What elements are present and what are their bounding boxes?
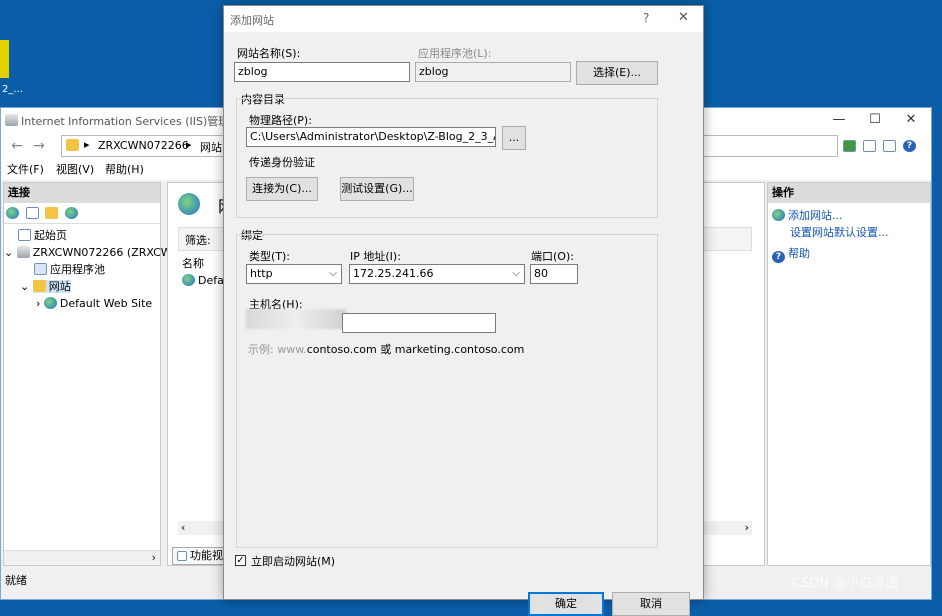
- add-website-dialog: 添加网站 ? ✕ 网站名称(S): zblog 应用程序池(L): zblog …: [223, 5, 704, 616]
- menu-view[interactable]: 视图(V): [56, 162, 94, 178]
- up-icon[interactable]: [45, 207, 58, 219]
- site-row-icon: [182, 274, 195, 286]
- help-icon[interactable]: ?: [903, 140, 916, 152]
- test-settings-button[interactable]: 测试设置(G)...: [340, 177, 414, 201]
- status-bar: 就绪: [5, 574, 27, 587]
- port-input[interactable]: 80: [530, 264, 578, 284]
- physical-path-label: 物理路径(P):: [249, 114, 312, 127]
- scroll-right-icon[interactable]: ›: [745, 521, 749, 534]
- redacted-blur: [246, 309, 346, 329]
- maximize-button[interactable]: ☐: [859, 110, 891, 130]
- save-icon[interactable]: [25, 207, 39, 219]
- help-icon: ?: [772, 251, 785, 263]
- breadcrumb-sites[interactable]: 网站: [200, 139, 222, 155]
- site-name-label: 网站名称(S):: [237, 47, 301, 60]
- breadcrumb-sep-icon: ▸: [84, 138, 90, 151]
- filter-label: 筛选:: [185, 234, 211, 247]
- desktop-text-fragment: 2_...: [2, 84, 23, 95]
- binding-type-label: 类型(T):: [249, 250, 291, 263]
- site-globe-icon: [43, 297, 57, 309]
- site-name-input[interactable]: zblog: [234, 62, 410, 82]
- action-help[interactable]: ? 帮助: [768, 245, 930, 263]
- tree-start-page[interactable]: 起始页: [4, 227, 160, 244]
- tree-server[interactable]: ⌄ ZRXCWN072266 (ZRXCWN: [4, 244, 180, 261]
- app-pool-icon: [34, 263, 47, 275]
- tree-app-pools[interactable]: 应用程序池: [4, 261, 160, 278]
- select-app-pool-button[interactable]: 选择(E)...: [576, 61, 658, 85]
- dialog-help-button[interactable]: ?: [643, 11, 649, 25]
- watermark: CSDN @小白滲透: [792, 576, 899, 591]
- ip-address-select[interactable]: 172.25.241.66 ⌵: [349, 264, 525, 284]
- tree-sites[interactable]: ⌄ 网站: [4, 278, 160, 295]
- binding-type-select[interactable]: http ⌵: [246, 264, 342, 284]
- sites-icon: [32, 280, 46, 292]
- physical-path-input[interactable]: C:\Users\Administrator\Desktop\Z-Blog_2_…: [246, 127, 496, 147]
- breadcrumb-server[interactable]: ZRXCWN072266: [98, 139, 189, 152]
- scroll-left-icon[interactable]: ‹: [181, 521, 185, 534]
- connect-as-button[interactable]: 连接为(C)...: [246, 177, 318, 201]
- sites-header-icon: [178, 193, 200, 215]
- cancel-button[interactable]: 取消: [612, 592, 690, 616]
- ip-address-label: IP 地址(I):: [350, 250, 401, 263]
- scroll-right-icon[interactable]: ›: [152, 551, 156, 564]
- feature-view-icon: [177, 551, 187, 561]
- menu-help[interactable]: 帮助(H): [105, 162, 144, 178]
- breadcrumb-sep-icon: ▸: [186, 138, 192, 151]
- app-pool-label: 应用程序池(L):: [418, 47, 492, 60]
- desktop-icon-fragment: [0, 40, 9, 78]
- connections-toolbar: [4, 203, 160, 224]
- hostname-example-text: contoso.com 或 marketing.contoso.com: [306, 343, 525, 356]
- connections-scrollbar[interactable]: ›: [4, 550, 160, 565]
- connect-icon[interactable]: [6, 207, 19, 219]
- forward-button[interactable]: →: [29, 137, 49, 155]
- back-button[interactable]: ←: [7, 137, 27, 155]
- server-icon: [16, 246, 30, 258]
- action-site-defaults[interactable]: 设置网站默认设置...: [768, 224, 930, 241]
- start-immediately-checkbox[interactable]: ✓: [235, 555, 246, 566]
- hostname-input[interactable]: [342, 313, 496, 333]
- stop-icon[interactable]: [863, 140, 876, 152]
- dialog-close-button[interactable]: ✕: [678, 10, 689, 25]
- connections-header: 连接: [4, 183, 160, 203]
- app-pool-input: zblog: [415, 62, 571, 82]
- minimize-button[interactable]: —: [823, 110, 855, 130]
- add-site-icon: [772, 209, 785, 221]
- breadcrumb-home-icon: [66, 139, 79, 151]
- collapsed-chevron-icon[interactable]: ›: [36, 297, 40, 310]
- browse-path-button[interactable]: ...: [502, 126, 526, 150]
- expand-icon[interactable]: ⌄: [20, 280, 29, 293]
- close-button[interactable]: ✕: [895, 110, 927, 130]
- passthrough-auth-label: 传递身份验证: [249, 156, 315, 169]
- hostname-example: 示例: www.contoso.com 或 marketing.contoso.…: [248, 341, 524, 357]
- actions-header: 操作: [768, 183, 930, 203]
- start-immediately-label: 立即启动网站(M): [251, 555, 336, 568]
- column-name-header[interactable]: 名称: [182, 255, 204, 271]
- actions-panel: 操作 添加网站... 设置网站默认设置... ? 帮助: [767, 182, 931, 566]
- iis-app-icon: [5, 114, 18, 126]
- chevron-down-icon: ⌵: [512, 268, 520, 279]
- chevron-down-icon: ⌵: [329, 268, 337, 279]
- menu-file[interactable]: 文件(F): [7, 162, 44, 178]
- ok-button[interactable]: 确定: [528, 592, 604, 616]
- start-page-icon: [18, 229, 31, 241]
- hostname-example-prefix: 示例: www.: [248, 343, 307, 356]
- home-icon[interactable]: [883, 140, 896, 152]
- dialog-title: 添加网站: [230, 14, 274, 27]
- connections-panel: 连接 起始页 ⌄ ZRXCWN072266 (ZRXCWN 应用程序池 ⌄ 网站…: [3, 182, 180, 566]
- expand-icon[interactable]: ⌄: [4, 246, 13, 259]
- tree-default-site[interactable]: › Default Web Site: [4, 295, 160, 312]
- dialog-titlebar: 添加网站 ? ✕: [224, 6, 703, 32]
- disconnect-icon[interactable]: [64, 207, 78, 219]
- port-label: 端口(O):: [531, 250, 574, 263]
- refresh-icon[interactable]: [843, 140, 856, 152]
- iis-title: Internet Information Services (IIS)管理器: [21, 115, 241, 128]
- action-add-site[interactable]: 添加网站...: [768, 207, 930, 224]
